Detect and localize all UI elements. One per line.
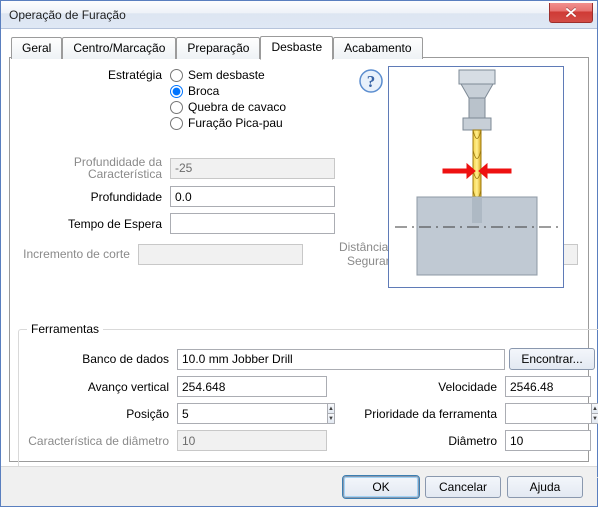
cut-increment-label: Incremento de corte [20,247,138,261]
diam-char-input [177,430,327,451]
tools-legend: Ferramentas [27,322,103,336]
feed-input[interactable] [177,376,327,397]
radio-input[interactable] [170,117,183,130]
spin-up-icon[interactable]: ▲ [328,404,334,414]
diam-char-label: Característica de diâmetro [27,434,177,448]
tab-desbaste[interactable]: Desbaste [260,36,333,60]
tab-centro[interactable]: Centro/Marcação [62,37,176,59]
window-title: Operação de Furação [9,8,126,22]
position-stepper[interactable]: ▲▼ [177,403,327,424]
cut-increment-input [138,244,303,265]
spin-down-icon[interactable]: ▼ [592,414,598,423]
client-area: Geral Centro/Marcação Preparação Desbast… [9,35,589,462]
position-input[interactable] [177,403,327,424]
svg-text:?: ? [367,72,376,91]
database-input[interactable] [177,349,505,370]
operation-preview [388,66,564,288]
dwell-input[interactable] [170,213,335,234]
radio-sem-desbaste[interactable]: Sem desbaste [170,68,286,82]
feature-depth-label: Profundidade da Característica [20,156,170,180]
radio-input[interactable] [170,85,183,98]
radio-label: Broca [188,84,219,98]
feature-depth-input [170,158,335,179]
help-icon[interactable]: ? [358,68,384,94]
tab-label: Preparação [187,41,249,55]
radio-broca[interactable]: Broca [170,84,286,98]
spin-down-icon[interactable]: ▼ [328,414,334,423]
dialog-footer: OK Cancelar Ajuda [1,466,597,506]
spin-up-icon[interactable]: ▲ [592,404,598,414]
position-label: Posição [27,407,177,421]
feed-label: Avanço vertical [27,380,177,394]
radio-label: Sem desbaste [188,68,265,82]
tools-group: Ferramentas Banco de dados Encontrar... … [18,322,598,478]
tab-geral[interactable]: Geral [11,37,62,59]
dwell-label: Tempo de Espera [20,217,170,231]
radio-label: Furação Pica-pau [188,116,283,130]
priority-stepper[interactable]: ▲▼ [505,403,591,424]
radio-picapau[interactable]: Furação Pica-pau [170,116,286,130]
depth-input[interactable] [170,186,335,207]
strategy-label: Estratégia [20,68,170,82]
title-bar: Operação de Furação [1,1,597,29]
close-icon [566,6,576,20]
depth-label: Profundidade [20,190,170,204]
radio-quebra[interactable]: Quebra de cavaco [170,100,286,114]
tab-label: Centro/Marcação [73,41,165,55]
priority-label: Prioridade da ferramenta [361,407,505,421]
ok-button[interactable]: OK [343,476,419,498]
radio-input[interactable] [170,101,183,114]
speed-label: Velocidade [361,380,505,394]
tab-preparacao[interactable]: Preparação [176,37,260,59]
tab-acabamento[interactable]: Acabamento [333,37,422,59]
tab-label: Desbaste [271,40,322,54]
tab-strip: Geral Centro/Marcação Preparação Desbast… [9,35,589,58]
radio-input[interactable] [170,69,183,82]
diameter-label: Diâmetro [361,434,505,448]
spin-buttons[interactable]: ▲▼ [327,403,335,424]
spin-buttons[interactable]: ▲▼ [591,403,598,424]
tab-pane-desbaste: ? [9,57,589,462]
help-button[interactable]: Ajuda [507,476,583,498]
priority-input[interactable] [505,403,591,424]
find-button[interactable]: Encontrar... [509,348,595,370]
speed-input[interactable] [505,376,591,397]
diameter-input[interactable] [505,430,591,451]
close-button[interactable] [549,3,593,23]
database-label: Banco de dados [27,352,177,366]
radio-label: Quebra de cavaco [188,100,286,114]
cancel-button[interactable]: Cancelar [425,476,501,498]
tab-label: Geral [22,41,51,55]
tab-label: Acabamento [344,41,411,55]
